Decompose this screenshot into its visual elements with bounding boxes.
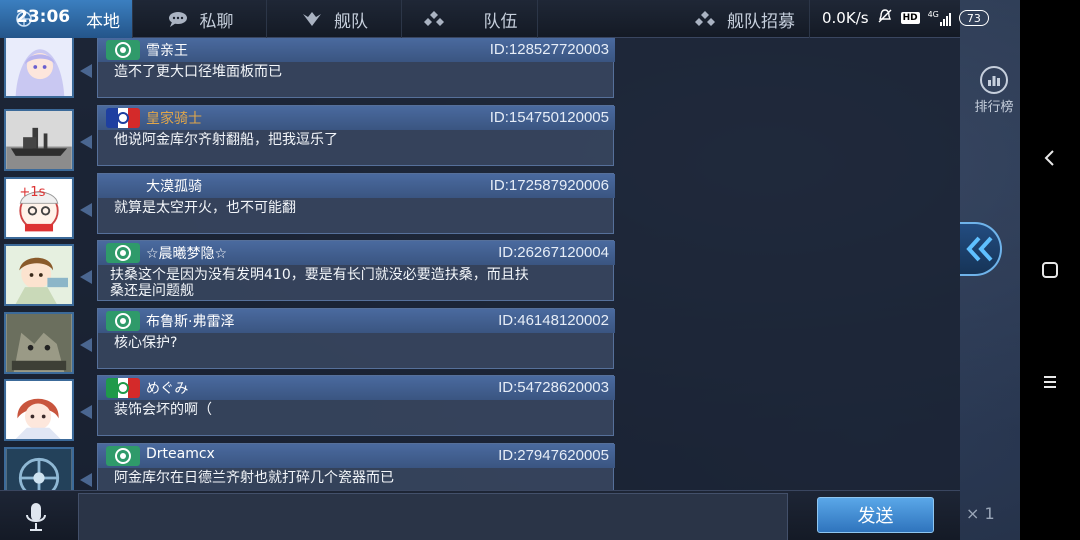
bubble-pointer	[80, 203, 92, 217]
user-id: ID:128527720003	[489, 41, 609, 58]
double-chevron-left-icon	[966, 236, 993, 262]
user-id: ID:46148120002	[498, 312, 609, 329]
message-text: 他说阿金库尔齐射翻船，把我逗乐了	[114, 132, 338, 148]
flag-icon	[106, 378, 140, 398]
voice-input-button[interactable]	[16, 497, 56, 537]
message-header: Drteamcx ID:27947620005	[98, 444, 615, 468]
fleet-icon	[300, 9, 324, 29]
microphone-icon	[26, 503, 46, 531]
avatar[interactable]: +1s	[4, 177, 74, 239]
flag-icon	[106, 243, 140, 263]
message-item: 皇家骑士 ID:154750120005 他说阿金库尔齐射翻船，把我逗乐了	[0, 105, 960, 171]
message-bubble: 布鲁斯·弗雷泽 ID:46148120002 核心保护?	[97, 308, 615, 369]
menu-icon	[1044, 376, 1056, 388]
message-header: 皇家骑士 ID:154750120005	[98, 106, 615, 130]
tab-fleet-recruit[interactable]: 舰队招募	[538, 0, 810, 38]
message-bubble: 皇家骑士 ID:154750120005 他说阿金库尔齐射翻船，把我逗乐了	[97, 105, 615, 166]
username[interactable]: ☆晨曦梦隐☆	[146, 243, 227, 263]
leaderboard-button[interactable]: 排行榜	[968, 66, 1020, 122]
back-chevron-icon	[1044, 150, 1054, 166]
tab-team-label: 队伍	[483, 11, 518, 32]
username[interactable]: 雪亲王	[146, 40, 188, 60]
chat-tab-bar: 本地 私聊 舰队 队伍 舰队招募	[0, 0, 960, 38]
tab-fleet-label: 舰队	[334, 11, 368, 32]
avatar[interactable]	[4, 312, 74, 374]
bubble-pointer	[80, 405, 92, 419]
username[interactable]: めぐみ	[146, 378, 188, 398]
user-id: ID:27947620005	[498, 447, 609, 464]
menu-button[interactable]	[1020, 362, 1080, 402]
user-id: ID:154750120005	[489, 109, 609, 126]
bubble-pointer	[80, 135, 92, 149]
avatar[interactable]	[4, 379, 74, 441]
message-bubble: Drteamcx ID:27947620005 阿金库尔在日德兰齐射也就打碎几个…	[97, 443, 615, 490]
message-item: +1s 大漠孤骑 ID:172587920006 就算是太空开火，也不可能翻	[0, 173, 960, 239]
message-text: 扶桑这个是因为没有发明410，要是有长门就没必要造扶桑，而且扶桑还是问题舰	[110, 267, 529, 299]
chat-input-bar	[0, 490, 960, 540]
message-text: 装饰会坏的啊（	[114, 402, 212, 418]
user-id: ID:54728620003	[498, 379, 609, 396]
avatar[interactable]	[4, 244, 74, 306]
bubble-pointer	[80, 473, 92, 487]
message-header: 雪亲王 ID:128527720003	[98, 38, 615, 62]
leaderboard-label: 排行榜	[974, 100, 1014, 115]
message-bubble: ☆晨曦梦隐☆ ID:26267120004 扶桑这个是因为没有发明410，要是有…	[97, 240, 615, 301]
flag-icon	[106, 446, 140, 466]
message-item: 雪亲王 ID:128527720003 造不了更大口径堆面板而已	[0, 38, 960, 100]
message-text: 造不了更大口径堆面板而已	[114, 64, 282, 80]
back-button[interactable]	[1020, 138, 1080, 178]
tab-team[interactable]: 队伍	[402, 0, 538, 38]
avatar[interactable]	[4, 447, 74, 490]
tab-local[interactable]: 本地	[0, 0, 133, 38]
avatar[interactable]	[4, 38, 74, 98]
chat-icon	[166, 9, 190, 29]
message-bubble: 雪亲王 ID:128527720003 造不了更大口径堆面板而已	[97, 38, 615, 98]
message-header: ☆晨曦梦隐☆ ID:26267120004	[98, 241, 615, 265]
message-bubble: 大漠孤骑 ID:172587920006 就算是太空开火，也不可能翻	[97, 173, 615, 234]
tab-local-label: 本地	[86, 11, 120, 32]
username[interactable]: 皇家骑士	[146, 108, 202, 128]
flag-icon	[106, 311, 140, 331]
message-list[interactable]: 雪亲王 ID:128527720003 造不了更大口径堆面板而已 皇家骑士 ID…	[0, 38, 960, 490]
message-header: 大漠孤骑 ID:172587920006	[98, 174, 615, 198]
home-button[interactable]	[1020, 250, 1080, 290]
tab-fleet-recruit-label: 舰队招募	[727, 11, 795, 32]
send-button[interactable]: 发送	[817, 497, 934, 533]
username[interactable]: Drteamcx	[146, 446, 215, 462]
message-item: めぐみ ID:54728620003 装饰会坏的啊（	[0, 375, 960, 441]
bubble-pointer	[80, 64, 92, 78]
message-bubble: めぐみ ID:54728620003 装饰会坏的啊（	[97, 375, 615, 436]
globe-icon	[12, 9, 36, 29]
message-text: 就算是太空开火，也不可能翻	[114, 200, 296, 216]
recruit-icon	[693, 9, 717, 29]
flag-icon	[106, 108, 140, 128]
bubble-pointer	[80, 338, 92, 352]
message-item: 布鲁斯·弗雷泽 ID:46148120002 核心保护?	[0, 308, 960, 374]
message-input[interactable]	[78, 493, 788, 540]
chat-panel: 雪亲王 ID:128527720003 造不了更大口径堆面板而已 皇家骑士 ID…	[0, 38, 960, 490]
message-header: 布鲁斯·弗雷泽 ID:46148120002	[98, 309, 615, 333]
username[interactable]: 布鲁斯·弗雷泽	[146, 311, 234, 331]
message-header: めぐみ ID:54728620003	[98, 376, 615, 400]
home-square-icon	[1042, 262, 1058, 278]
message-text: 核心保护?	[114, 335, 178, 351]
leaderboard-icon	[980, 66, 1008, 94]
item-count: × 1	[966, 504, 995, 523]
system-navigation-bar	[1020, 0, 1080, 540]
user-id: ID:26267120004	[498, 244, 609, 261]
message-item: Drteamcx ID:27947620005 阿金库尔在日德兰齐射也就打碎几个…	[0, 443, 960, 490]
username[interactable]: 大漠孤骑	[146, 176, 202, 196]
tab-fleet[interactable]: 舰队	[267, 0, 402, 38]
tab-private-chat[interactable]: 私聊	[133, 0, 267, 38]
team-icon	[422, 9, 446, 29]
message-text: 阿金库尔在日德兰齐射也就打碎几个瓷器而已	[114, 470, 394, 486]
user-id: ID:172587920006	[489, 177, 609, 194]
message-item: ☆晨曦梦隐☆ ID:26267120004 扶桑这个是因为没有发明410，要是有…	[0, 240, 960, 306]
avatar[interactable]	[4, 109, 74, 171]
tab-private-chat-label: 私聊	[199, 11, 234, 32]
bubble-pointer	[80, 270, 92, 284]
flag-icon	[106, 40, 140, 60]
svg-text:+1s: +1s	[19, 185, 45, 200]
